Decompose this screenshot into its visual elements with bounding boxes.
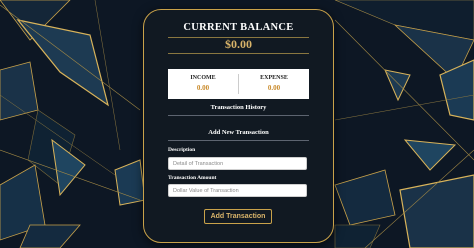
expense-value: 0.00 (267, 84, 281, 92)
expense-label: EXPENSE (260, 75, 288, 81)
amount-label: Transaction Amount (168, 175, 217, 181)
expense-column: EXPENSE 0.00 (239, 69, 309, 99)
balance-card: CURRENT BALANCE $0.00 INCOME 0.00 EXPENS… (143, 9, 334, 243)
add-transaction-heading: Add New Transaction (208, 129, 269, 136)
income-column: INCOME 0.00 (168, 69, 238, 99)
income-expense-panel: INCOME 0.00 EXPENSE 0.00 (168, 69, 309, 99)
add-transaction-button[interactable]: Add Transaction (204, 209, 272, 224)
income-label: INCOME (190, 75, 216, 81)
current-balance-value: $0.00 (225, 37, 252, 51)
form-divider (168, 140, 309, 141)
description-label: Description (168, 147, 196, 153)
history-divider (168, 115, 309, 116)
amount-input[interactable]: Dollar Value of Transaction (168, 184, 307, 197)
description-input[interactable]: Detail of Transaction (168, 157, 307, 170)
page-title: CURRENT BALANCE (183, 22, 294, 33)
income-value: 0.00 (196, 84, 210, 92)
balance-bottom-divider (168, 53, 309, 54)
transaction-history-heading: Transaction History (210, 104, 267, 111)
